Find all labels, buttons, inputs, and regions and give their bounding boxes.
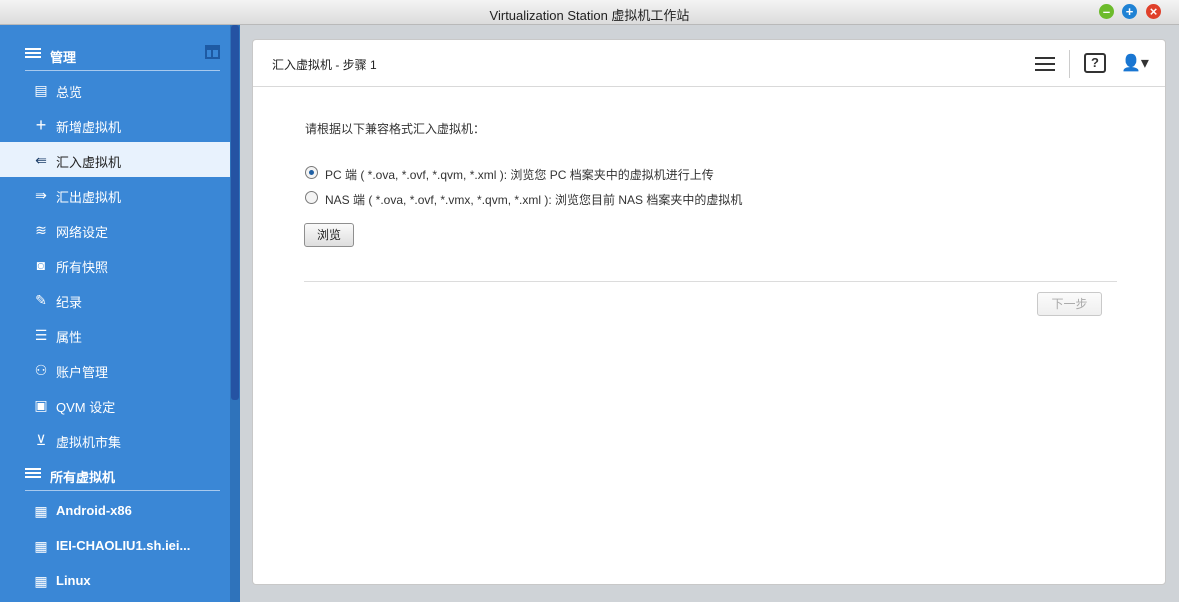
close-icon[interactable]: ×	[1146, 4, 1161, 19]
camera-icon: ◙	[36, 257, 46, 273]
sidebar-item-label: Android-x86	[56, 503, 132, 518]
market-icon: ⊻	[35, 432, 47, 448]
sidebar-item-accounts[interactable]: ⚇ 账户管理	[0, 352, 230, 387]
sidebar-item-create-vm[interactable]: + 新增虚拟机	[0, 107, 230, 142]
option-nas-label: NAS 端 ( *.ova, *.ovf, *.vmx, *.qvm, *.xm…	[325, 193, 743, 207]
next-button[interactable]: 下一步	[1037, 292, 1102, 316]
sidebar-item-vm-linux[interactable]: ▦ Linux	[0, 563, 230, 598]
sidebar-item-label: 所有快照	[56, 260, 109, 275]
sidebar-item-properties[interactable]: ☰ 属性	[0, 317, 230, 352]
network-icon: ≋	[35, 222, 47, 238]
monitor-icon: ▣	[34, 397, 48, 413]
sidebar-item-label: IEI-CHAOLIU1.sh.iei...	[56, 538, 191, 553]
sidebar-scrollbar[interactable]	[230, 25, 240, 602]
sidebar-item-marketplace[interactable]: ⊻ 虚拟机市集	[0, 422, 230, 457]
content-divider	[304, 281, 1117, 282]
panel-header: 汇入虚拟机 - 步骤 1 ? 👤▾	[253, 40, 1165, 87]
import-prompt: 请根据以下兼容格式汇入虚拟机：	[305, 122, 486, 136]
radio-nas[interactable]	[305, 191, 318, 204]
minimize-icon[interactable]: –	[1099, 4, 1114, 19]
sidebar-item-label: 账户管理	[56, 365, 109, 380]
radio-pc[interactable]	[305, 166, 318, 179]
plus-icon: +	[35, 115, 47, 135]
sidebar-item-qvm-settings[interactable]: ▣ QVM 设定	[0, 387, 230, 422]
section-label: 所有虚拟机	[50, 470, 116, 485]
option-pc-label: PC 端 ( *.ova, *.ovf, *.qvm, *.xml ): 浏览您…	[325, 168, 714, 182]
browse-button[interactable]: 浏览	[304, 223, 354, 247]
sidebar-item-logs[interactable]: ✎ 纪录	[0, 282, 230, 317]
users-icon: ⚇	[34, 362, 48, 378]
overview-icon: ▤	[34, 82, 48, 98]
menu-lines-icon	[25, 468, 41, 479]
page-title: 汇入虚拟机 - 步骤 1	[272, 58, 377, 72]
sidebar-item-import-vm[interactable]: ⇚ 汇入虚拟机	[0, 142, 230, 177]
import-vm-panel: 汇入虚拟机 - 步骤 1 ? 👤▾ 请根据以下兼容格式汇入虚拟机： PC 端 (…	[252, 39, 1166, 585]
sidebar-item-label: Linux	[56, 573, 91, 588]
sidebar-item-overview[interactable]: ▤ 总览	[0, 72, 230, 107]
window-title: Virtualization Station 虚拟机工作站	[489, 8, 690, 23]
sidebar-item-label: 网络设定	[56, 225, 109, 240]
sidebar-item-vm-iei[interactable]: ▦ IEI-CHAOLIU1.sh.iei...	[0, 528, 230, 563]
collapse-panel-icon[interactable]	[205, 45, 220, 59]
menu-lines-icon	[25, 48, 41, 59]
list-menu-icon[interactable]	[1035, 56, 1055, 72]
sidebar-item-label: 总览	[56, 85, 83, 100]
sidebar-item-label: 纪录	[56, 295, 83, 310]
sidebar-item-label: 新增虚拟机	[56, 120, 122, 135]
export-icon: ⇛	[35, 187, 47, 203]
sidebar-item-export-vm[interactable]: ⇛ 汇出虚拟机	[0, 177, 230, 212]
header-divider	[1069, 50, 1070, 78]
sidebar-item-network[interactable]: ≋ 网络设定	[0, 212, 230, 247]
properties-icon: ☰	[34, 327, 48, 343]
sidebar-item-label: 虚拟机市集	[56, 435, 122, 450]
sidebar-item-vm-android[interactable]: ▦ Android-x86	[0, 493, 230, 528]
user-menu-icon[interactable]: 👤▾	[1121, 53, 1151, 73]
log-icon: ✎	[35, 292, 47, 308]
vm-grid-icon: ▦	[34, 573, 48, 589]
sidebar-item-label: 汇入虚拟机	[56, 155, 122, 170]
sidebar-section-all-vms[interactable]: 所有虚拟机	[25, 457, 220, 491]
section-label: 管理	[50, 50, 77, 65]
sidebar-item-label: QVM 设定	[56, 400, 116, 415]
maximize-icon[interactable]: +	[1122, 4, 1137, 19]
sidebar: 管理 ▤ 总览 + 新增虚拟机 ⇚ 汇入虚拟机 ⇛ 汇出虚拟机 ≋ 网络设定 ◙…	[0, 25, 240, 602]
scrollbar-thumb[interactable]	[231, 25, 239, 400]
sidebar-item-label: 属性	[56, 330, 83, 345]
window-titlebar: Virtualization Station 虚拟机工作站 – + ×	[0, 0, 1179, 25]
help-icon[interactable]: ?	[1084, 53, 1106, 73]
sidebar-item-snapshots[interactable]: ◙ 所有快照	[0, 247, 230, 282]
import-icon: ⇚	[35, 152, 47, 168]
vm-grid-icon: ▦	[34, 503, 48, 519]
sidebar-section-manage[interactable]: 管理	[25, 37, 220, 71]
vm-grid-icon: ▦	[34, 538, 48, 554]
sidebar-item-label: 汇出虚拟机	[56, 190, 122, 205]
